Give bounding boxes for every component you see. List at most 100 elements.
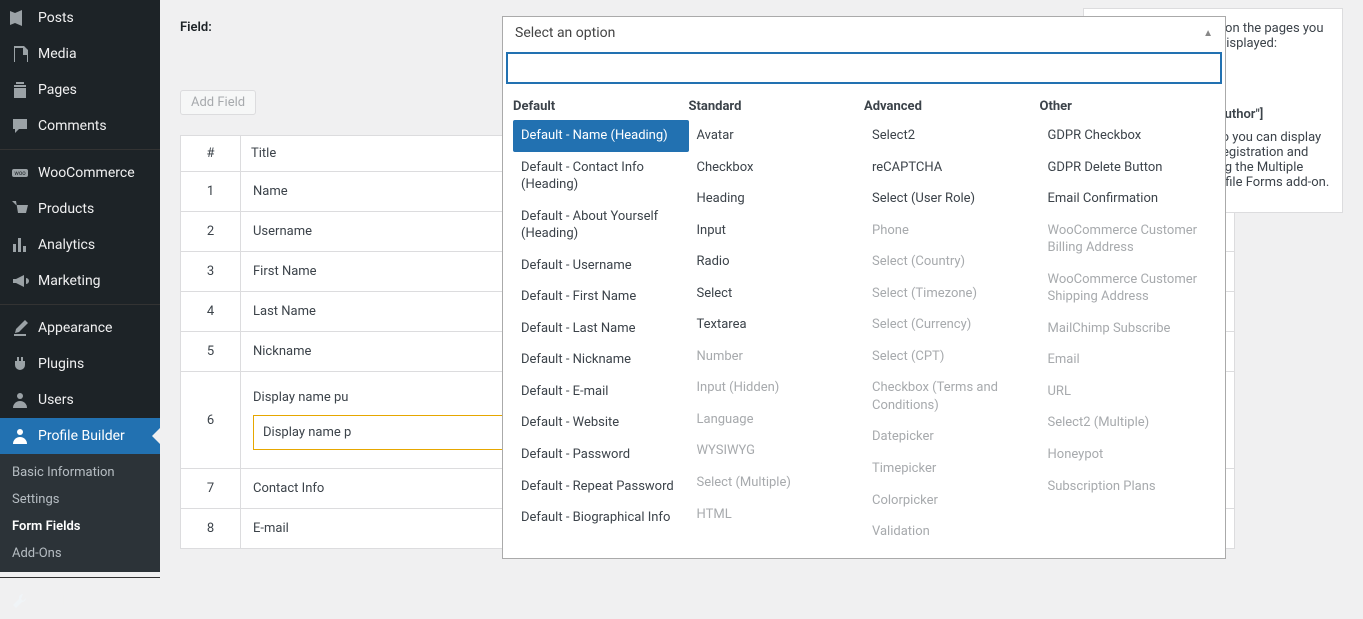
row-number: 6 [181, 372, 241, 469]
row-number: 7 [181, 469, 241, 509]
sidebar-item-profile-builder[interactable]: Profile Builder [0, 418, 160, 454]
dropdown-option[interactable]: Select (User Role) [864, 183, 1040, 215]
sidebar-item-label: Appearance [38, 320, 112, 336]
submenu-item-add-ons[interactable]: Add-Ons [0, 540, 160, 567]
dropdown-option[interactable]: Default - Website [513, 407, 689, 439]
dropdown-option[interactable]: Default - Nickname [513, 344, 689, 376]
dropdown-option: Input (Hidden) [689, 372, 865, 404]
sidebar-submenu: Basic InformationSettingsForm FieldsAdd-… [0, 454, 160, 572]
dropdown-option[interactable]: GDPR Checkbox [1040, 120, 1216, 152]
user-icon [10, 390, 30, 410]
sidebar-item-marketing[interactable]: Marketing [0, 263, 160, 299]
dropdown-option: Phone [864, 215, 1040, 247]
sidebar-item-label: Posts [38, 10, 74, 26]
sidebar-item-appearance[interactable]: Appearance [0, 304, 160, 346]
products-icon [10, 199, 30, 219]
dropdown-header[interactable]: Select an option ▲ [503, 17, 1225, 49]
dropdown-option[interactable]: reCAPTCHA [864, 152, 1040, 184]
dropdown-placeholder: Select an option [515, 25, 615, 41]
dropdown-option: WYSIWYG [689, 435, 865, 467]
row-number: 8 [181, 509, 241, 549]
svg-text:woo: woo [14, 170, 26, 177]
sidebar-item-label: Products [38, 201, 94, 217]
dropdown-option: Select (Country) [864, 246, 1040, 278]
dropdown-option[interactable]: Default - Last Name [513, 313, 689, 345]
submenu-item-settings[interactable]: Settings [0, 486, 160, 513]
dropdown-option[interactable]: Default - About Yourself (Heading) [513, 201, 689, 250]
dropdown-option[interactable]: Avatar [689, 120, 865, 152]
dropdown-option[interactable]: Checkbox [689, 152, 865, 184]
sidebar-item-label: Plugins [38, 356, 84, 372]
row-number: 3 [181, 252, 241, 292]
sidebar-item-posts[interactable]: Posts [0, 0, 160, 36]
dropdown-option: Number [689, 341, 865, 373]
dropdown-group: StandardAvatarCheckboxHeadingInputRadioS… [689, 93, 865, 548]
dropdown-option[interactable]: Email Confirmation [1040, 183, 1216, 215]
sidebar-item-products[interactable]: Products [0, 191, 160, 227]
dropdown-search-input[interactable] [507, 53, 1221, 83]
dropdown-option: Email [1040, 344, 1216, 376]
sidebar-item-label: WooCommerce [38, 165, 135, 181]
dropdown-option[interactable]: Textarea [689, 309, 865, 341]
dropdown-option[interactable]: Default - Password [513, 439, 689, 471]
sidebar-item-plugins[interactable]: Plugins [0, 346, 160, 382]
sidebar-item-woocommerce[interactable]: woo WooCommerce [0, 149, 160, 191]
dropdown-option[interactable]: Input [689, 215, 865, 247]
dropdown-search-wrap [503, 49, 1225, 87]
dropdown-option[interactable]: Radio [689, 246, 865, 278]
sidebar-item-media[interactable]: Media [0, 36, 160, 72]
dropdown-option[interactable]: Select2 [864, 120, 1040, 152]
dropdown-columns: DefaultDefault - Name (Heading)Default -… [503, 87, 1225, 558]
dropdown-option[interactable]: Default - Biographical Info [513, 502, 689, 534]
sidebar-item-label: Media [38, 46, 77, 62]
dropdown-option: Select (Multiple) [689, 467, 865, 499]
field-label: Field: [180, 20, 212, 35]
sidebar-item-label: Comments [38, 118, 107, 134]
dropdown-option: Checkbox (Terms and Conditions) [864, 372, 1040, 421]
dropdown-group: AdvancedSelect2reCAPTCHASelect (User Rol… [864, 93, 1040, 548]
row-number: 4 [181, 292, 241, 332]
dropdown-option: Language [689, 404, 865, 436]
dropdown-option: Validation [864, 516, 1040, 548]
dropdown-option[interactable]: Default - First Name [513, 281, 689, 313]
submenu-item-basic-information[interactable]: Basic Information [0, 459, 160, 486]
dropdown-group: OtherGDPR CheckboxGDPR Delete ButtonEmai… [1040, 93, 1216, 548]
field-select-dropdown: Select an option ▲ DefaultDefault - Name… [502, 16, 1226, 559]
woo-icon: woo [10, 163, 30, 183]
pin-icon [10, 8, 30, 28]
analytics-icon [10, 235, 30, 255]
dropdown-option: Datepicker [864, 421, 1040, 453]
dropdown-option[interactable]: Default - Name (Heading) [513, 120, 689, 152]
dropdown-option: Select2 (Multiple) [1040, 407, 1216, 439]
sidebar-item-label: Profile Builder [38, 428, 125, 444]
sidebar-item-analytics[interactable]: Analytics [0, 227, 160, 263]
brush-icon [10, 318, 30, 338]
sidebar-item-comments[interactable]: Comments [0, 108, 160, 144]
sidebar-item-label: Analytics [38, 237, 95, 253]
sidebar-item-label: Pages [38, 82, 77, 98]
user-icon [10, 426, 30, 446]
dropdown-option[interactable]: Default - Contact Info (Heading) [513, 152, 689, 201]
submenu-item-form-fields[interactable]: Form Fields [0, 513, 160, 540]
table-header-number: # [181, 136, 241, 172]
dropdown-option: Select (CPT) [864, 341, 1040, 373]
dropdown-option: WooCommerce Customer Billing Address [1040, 215, 1216, 264]
dropdown-option[interactable]: Default - Username [513, 250, 689, 282]
row-number: 5 [181, 332, 241, 372]
dropdown-option[interactable]: Heading [689, 183, 865, 215]
sidebar-item-label: Marketing [38, 273, 101, 289]
comment-icon [10, 116, 30, 136]
row-number: 2 [181, 212, 241, 252]
dropdown-option[interactable]: Select [689, 278, 865, 310]
sidebar-item-pages[interactable]: Pages [0, 72, 160, 108]
sidebar-item-tools[interactable]: Tools [0, 577, 160, 619]
sidebar-item-users[interactable]: Users [0, 382, 160, 418]
dropdown-group: DefaultDefault - Name (Heading)Default -… [513, 93, 689, 548]
dropdown-group-title: Standard [689, 93, 865, 120]
dropdown-option[interactable]: GDPR Delete Button [1040, 152, 1216, 184]
dropdown-option: Timepicker [864, 453, 1040, 485]
add-field-button[interactable]: Add Field [180, 90, 256, 115]
dropdown-option[interactable]: Default - E-mail [513, 376, 689, 408]
dropdown-group-title: Advanced [864, 93, 1040, 120]
dropdown-option[interactable]: Default - Repeat Password [513, 471, 689, 503]
